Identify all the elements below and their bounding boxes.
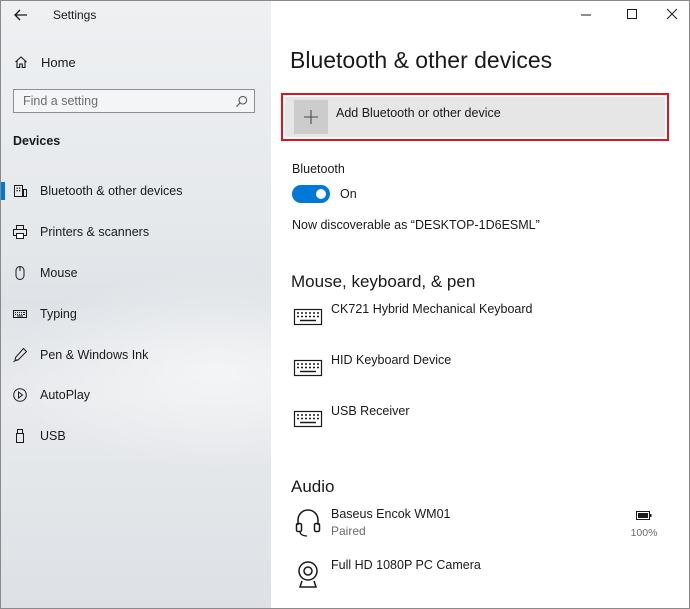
back-arrow-icon[interactable] [12,6,30,24]
selection-indicator [1,182,5,200]
close-icon[interactable] [655,1,689,29]
settings-window: Settings Home Devices [0,0,690,609]
device-item[interactable]: HID Keyboard Device [292,353,672,399]
mouse-icon [15,266,25,280]
bluetooth-devices-icon [14,185,27,197]
toggle-state-label: On [340,187,357,201]
pen-icon [13,347,28,363]
title-bar: Settings [1,1,271,29]
home-label: Home [41,55,76,70]
keyboard-icon [13,310,27,318]
sidebar-item-pen[interactable]: Pen & Windows Ink [1,339,271,371]
home-icon [15,56,27,69]
sidebar-item-label: Bluetooth & other devices [40,184,183,198]
sidebar-item-usb[interactable]: USB [1,420,271,452]
plus-icon [294,100,328,134]
device-item[interactable]: Baseus Encok WM01 Paired 100% [292,507,672,553]
printer-icon [13,225,27,239]
sidebar-item-label: Mouse [40,266,78,280]
device-name: Baseus Encok WM01 [331,507,451,521]
keyboard-icon [293,410,323,428]
usb-icon [16,429,24,443]
sidebar-item-label: AutoPlay [40,388,91,402]
keyboard-icon [293,359,323,377]
device-item[interactable]: Full HD 1080P PC Camera [292,558,672,604]
toggle-knob [316,189,326,199]
device-name: CK721 Hybrid Mechanical Keyboard [331,302,533,316]
sidebar: Settings Home Devices [1,1,271,608]
sidebar-item-label: Typing [40,307,77,321]
sidebar-item-mouse[interactable]: Mouse [1,257,271,289]
sidebar-item-label: Printers & scanners [40,225,150,239]
search-input[interactable] [14,90,238,112]
keyboard-icon [293,308,323,326]
search-box[interactable] [13,89,255,113]
device-item[interactable]: USB Receiver [292,404,672,450]
headset-icon [295,509,321,537]
webcam-icon [298,561,318,588]
battery-indicator: 100% [629,507,659,539]
device-status: Paired [331,524,366,538]
home-nav[interactable]: Home [1,47,271,77]
maximize-icon[interactable] [615,1,649,29]
add-device-highlight: Add Bluetooth or other device [281,93,669,141]
main-content: Bluetooth & other devices Add Bluetooth … [272,1,689,608]
bluetooth-label: Bluetooth [292,162,345,176]
app-title: Settings [53,8,97,22]
battery-icon [636,511,652,520]
add-device-button[interactable]: Add Bluetooth or other device [285,97,665,137]
sidebar-item-autoplay[interactable]: AutoPlay [1,379,271,411]
audio-heading: Audio [291,477,335,496]
autoplay-icon [13,388,27,402]
device-item[interactable]: CK721 Hybrid Mechanical Keyboard [292,302,672,348]
device-name: Full HD 1080P PC Camera [331,558,481,572]
sidebar-item-bluetooth[interactable]: Bluetooth & other devices [1,175,271,207]
page-title: Bluetooth & other devices [290,47,553,73]
discoverable-text: Now discoverable as “DESKTOP-1D6ESML” [292,218,540,232]
bluetooth-toggle[interactable] [292,185,330,203]
add-device-label: Add Bluetooth or other device [336,106,501,120]
minimize-icon[interactable] [569,1,603,29]
device-name: HID Keyboard Device [331,353,452,367]
sidebar-item-typing[interactable]: Typing [1,298,271,330]
section-heading: Devices [13,134,61,148]
search-icon[interactable] [235,95,248,108]
battery-percentage: 100% [630,527,658,539]
input-devices-heading: Mouse, keyboard, & pen [291,272,476,291]
sidebar-item-label: USB [40,429,66,443]
sidebar-item-printers[interactable]: Printers & scanners [1,216,271,248]
device-name: USB Receiver [331,404,410,418]
sidebar-item-label: Pen & Windows Ink [40,348,149,362]
